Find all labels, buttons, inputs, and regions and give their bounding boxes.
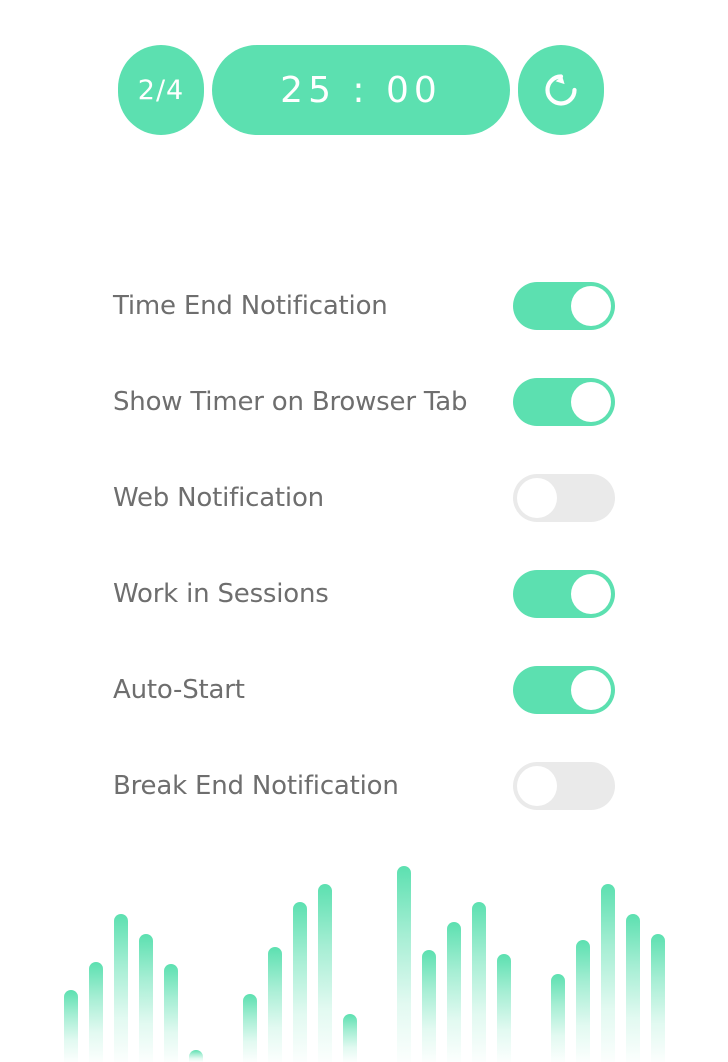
timer-control-bar: 2/4 25 : 00: [118, 45, 604, 135]
equalizer-bar: [138, 934, 153, 1062]
equalizer-bar: [317, 884, 332, 1062]
setting-row-work-in-sessions: Work in Sessions: [0, 546, 728, 642]
equalizer-bar: [63, 990, 78, 1062]
equalizer-bar: [88, 962, 103, 1062]
equalizer-bar: [471, 902, 486, 1062]
equalizer-bar: [292, 902, 307, 1062]
equalizer-bar: [575, 940, 590, 1062]
toggle-time-end-notification[interactable]: [513, 282, 615, 330]
toggle-knob: [571, 670, 611, 710]
equalizer-bar: [163, 964, 178, 1062]
toggle-break-end-notification[interactable]: [513, 762, 615, 810]
reset-timer-button[interactable]: [518, 45, 604, 135]
toggle-knob: [571, 574, 611, 614]
toggle-auto-start[interactable]: [513, 666, 615, 714]
setting-row-auto-start: Auto-Start: [0, 642, 728, 738]
equalizer-bar: [650, 934, 665, 1062]
setting-label: Web Notification: [113, 483, 324, 513]
equalizer-bar: [242, 994, 257, 1062]
equalizer-bar: [625, 914, 640, 1062]
equalizer-bar: [446, 922, 461, 1062]
setting-label: Show Timer on Browser Tab: [113, 387, 468, 417]
timer-display[interactable]: 25 : 00: [212, 45, 510, 135]
equalizer-group: [63, 862, 203, 1062]
toggle-work-in-sessions[interactable]: [513, 570, 615, 618]
toggle-show-timer-on-browser-tab[interactable]: [513, 378, 615, 426]
equalizer-group: [550, 862, 665, 1062]
equalizer-bar: [421, 950, 436, 1062]
equalizer-bar: [550, 974, 565, 1062]
setting-row-show-timer-on-browser-tab: Show Timer on Browser Tab: [0, 354, 728, 450]
equalizer-bar: [113, 914, 128, 1062]
setting-label: Break End Notification: [113, 771, 399, 801]
timer-time-text: 25 : 00: [280, 69, 442, 111]
equalizer-bar: [496, 954, 511, 1062]
pomodoro-timer-app: 2/4 25 : 00 Time End Notification Show T…: [0, 0, 728, 1062]
settings-list: Time End Notification Show Timer on Brow…: [0, 258, 728, 834]
setting-label: Time End Notification: [113, 291, 388, 321]
setting-label: Work in Sessions: [113, 579, 329, 609]
toggle-web-notification[interactable]: [513, 474, 615, 522]
equalizer-bar: [600, 884, 615, 1062]
toggle-knob: [517, 478, 557, 518]
setting-row-web-notification: Web Notification: [0, 450, 728, 546]
equalizer-bar: [396, 866, 411, 1062]
equalizer-group: [396, 862, 511, 1062]
setting-label: Auto-Start: [113, 675, 245, 705]
session-counter-text: 2/4: [137, 74, 185, 106]
equalizer-bar: [267, 947, 282, 1062]
toggle-knob: [571, 382, 611, 422]
setting-row-break-end-notification: Break End Notification: [0, 738, 728, 834]
equalizer-bar: [188, 1050, 203, 1062]
setting-row-time-end-notification: Time End Notification: [0, 258, 728, 354]
toggle-knob: [571, 286, 611, 326]
session-counter-badge[interactable]: 2/4: [118, 45, 204, 135]
equalizer-visualization: [0, 862, 728, 1062]
equalizer-group: [242, 862, 357, 1062]
refresh-icon: [539, 68, 583, 112]
toggle-knob: [517, 766, 557, 806]
equalizer-bar: [342, 1014, 357, 1062]
